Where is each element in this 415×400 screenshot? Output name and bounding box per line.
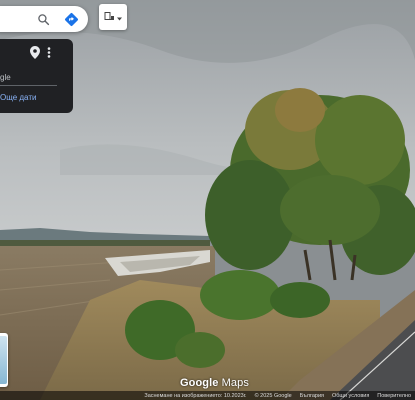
- tree-line: [0, 240, 210, 246]
- country-label: България: [299, 392, 324, 399]
- minimap-image: [0, 336, 7, 384]
- location-info-card: gle Още дати: [0, 39, 73, 113]
- terms-link[interactable]: Общи условия: [332, 393, 369, 399]
- logo-product: Maps: [221, 377, 249, 389]
- layers-icon: [104, 8, 115, 26]
- directions-icon[interactable]: [60, 8, 82, 30]
- copyright: © 2025 Google: [254, 392, 292, 399]
- card-divider: [0, 85, 57, 86]
- layers-button[interactable]: [99, 4, 127, 30]
- more-vert-icon[interactable]: [45, 46, 53, 64]
- logo-brand: Google: [180, 377, 219, 389]
- image-owner: gle: [0, 73, 11, 82]
- capture-date: Заснемане на изображението: 10.2023г.: [144, 392, 247, 399]
- minimap-thumbnail[interactable]: [0, 333, 8, 387]
- more-dates-link[interactable]: Още дати: [0, 93, 36, 102]
- footer-bar: Заснемане на изображението: 10.2023г. © …: [0, 391, 415, 400]
- google-maps-logo: Google Maps: [180, 377, 249, 389]
- search-box[interactable]: [0, 6, 88, 32]
- privacy-link[interactable]: Поверително: [377, 393, 411, 399]
- chevron-down-icon: [117, 8, 122, 26]
- search-icon[interactable]: [32, 8, 54, 30]
- location-pin-icon[interactable]: [30, 46, 40, 64]
